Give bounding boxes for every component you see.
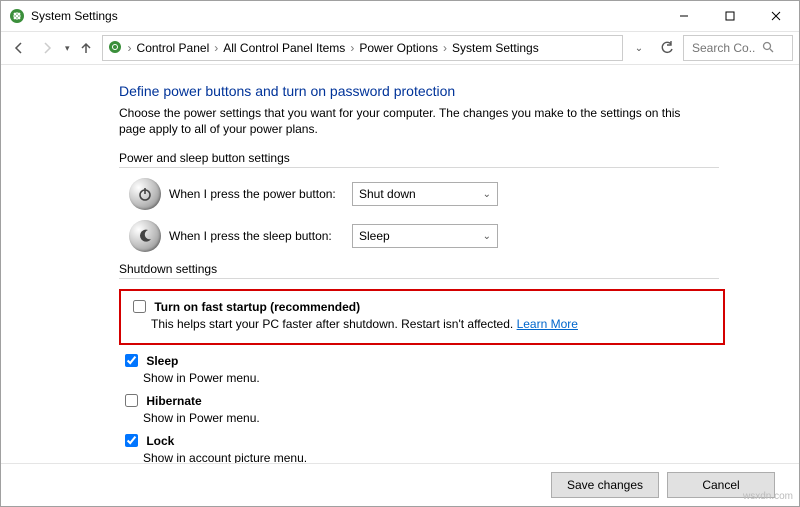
sleep-button-row: When I press the sleep button: Sleep ⌄ [129, 220, 767, 252]
section-shutdown: Shutdown settings [119, 262, 719, 279]
breadcrumb-dropdown-button[interactable]: ⌄ [627, 36, 651, 60]
refresh-button[interactable] [655, 36, 679, 60]
content-area: Define power buttons and turn on passwor… [1, 65, 799, 463]
maximize-button[interactable] [707, 1, 753, 31]
chevron-down-icon: ⌄ [483, 231, 491, 242]
breadcrumb[interactable]: › Control Panel › All Control Panel Item… [102, 35, 623, 61]
watermark: wsxdn.com [743, 491, 793, 502]
option-description: Show in Power menu. [143, 411, 767, 425]
title-bar: System Settings [1, 1, 799, 32]
dropdown-value: Sleep [359, 229, 390, 243]
page-description: Choose the power settings that you want … [119, 105, 709, 137]
nav-bar: ▾ › Control Panel › All Control Panel It… [1, 32, 799, 65]
back-button[interactable] [7, 36, 31, 60]
option-title: Hibernate [146, 394, 201, 408]
option-label[interactable]: Lock [121, 434, 174, 448]
close-button[interactable] [753, 1, 799, 31]
sleep-icon [129, 220, 161, 252]
chevron-down-icon: ⌄ [483, 189, 491, 200]
option-sleep: Sleep Show in Power menu. [121, 351, 767, 385]
highlighted-option: Turn on fast startup (recommended) This … [119, 289, 725, 345]
option-fast-startup: Turn on fast startup (recommended) This … [129, 297, 717, 331]
option-label[interactable]: Turn on fast startup (recommended) [129, 300, 360, 314]
option-description: This helps start your PC faster after sh… [151, 317, 717, 331]
search-input[interactable] [690, 40, 758, 56]
chevron-right-icon: › [443, 41, 447, 55]
sleep-button-label: When I press the sleep button: [169, 229, 344, 243]
search-icon [762, 41, 774, 56]
breadcrumb-item[interactable]: System Settings [452, 41, 539, 55]
save-button[interactable]: Save changes [551, 472, 659, 498]
option-desc-text: This helps start your PC faster after sh… [151, 317, 517, 331]
option-title: Lock [146, 434, 174, 448]
sleep-button-dropdown[interactable]: Sleep ⌄ [352, 224, 498, 248]
power-button-row: When I press the power button: Shut down… [129, 178, 767, 210]
breadcrumb-item[interactable]: All Control Panel Items [223, 41, 345, 55]
breadcrumb-item[interactable]: Power Options [359, 41, 438, 55]
history-dropdown-icon[interactable]: ▾ [65, 43, 70, 54]
option-hibernate: Hibernate Show in Power menu. [121, 391, 767, 425]
option-title: Sleep [146, 354, 178, 368]
sleep-checkbox[interactable] [125, 354, 138, 367]
section-power-sleep: Power and sleep button settings [119, 151, 719, 168]
option-description: Show in account picture menu. [143, 451, 767, 463]
option-label[interactable]: Hibernate [121, 394, 202, 408]
up-button[interactable] [74, 36, 98, 60]
minimize-button[interactable] [661, 1, 707, 31]
breadcrumb-item[interactable]: Control Panel [137, 41, 210, 55]
search-box[interactable] [683, 35, 793, 61]
power-button-dropdown[interactable]: Shut down ⌄ [352, 182, 498, 206]
breadcrumb-icon [107, 39, 123, 58]
option-description: Show in Power menu. [143, 371, 767, 385]
fast-startup-checkbox[interactable] [133, 300, 146, 313]
power-icon [129, 178, 161, 210]
window-title: System Settings [31, 9, 118, 23]
chevron-right-icon: › [350, 41, 354, 55]
hibernate-checkbox[interactable] [125, 394, 138, 407]
forward-button[interactable] [35, 36, 59, 60]
page-title: Define power buttons and turn on passwor… [119, 83, 767, 99]
chevron-right-icon: › [214, 41, 218, 55]
app-icon [9, 8, 25, 24]
option-title: Turn on fast startup (recommended) [154, 300, 360, 314]
dropdown-value: Shut down [359, 187, 416, 201]
learn-more-link[interactable]: Learn More [517, 317, 578, 331]
footer: Save changes Cancel [1, 463, 799, 506]
option-label[interactable]: Sleep [121, 354, 178, 368]
power-button-label: When I press the power button: [169, 187, 344, 201]
lock-checkbox[interactable] [125, 434, 138, 447]
chevron-right-icon: › [128, 41, 132, 55]
option-lock: Lock Show in account picture menu. [121, 431, 767, 463]
